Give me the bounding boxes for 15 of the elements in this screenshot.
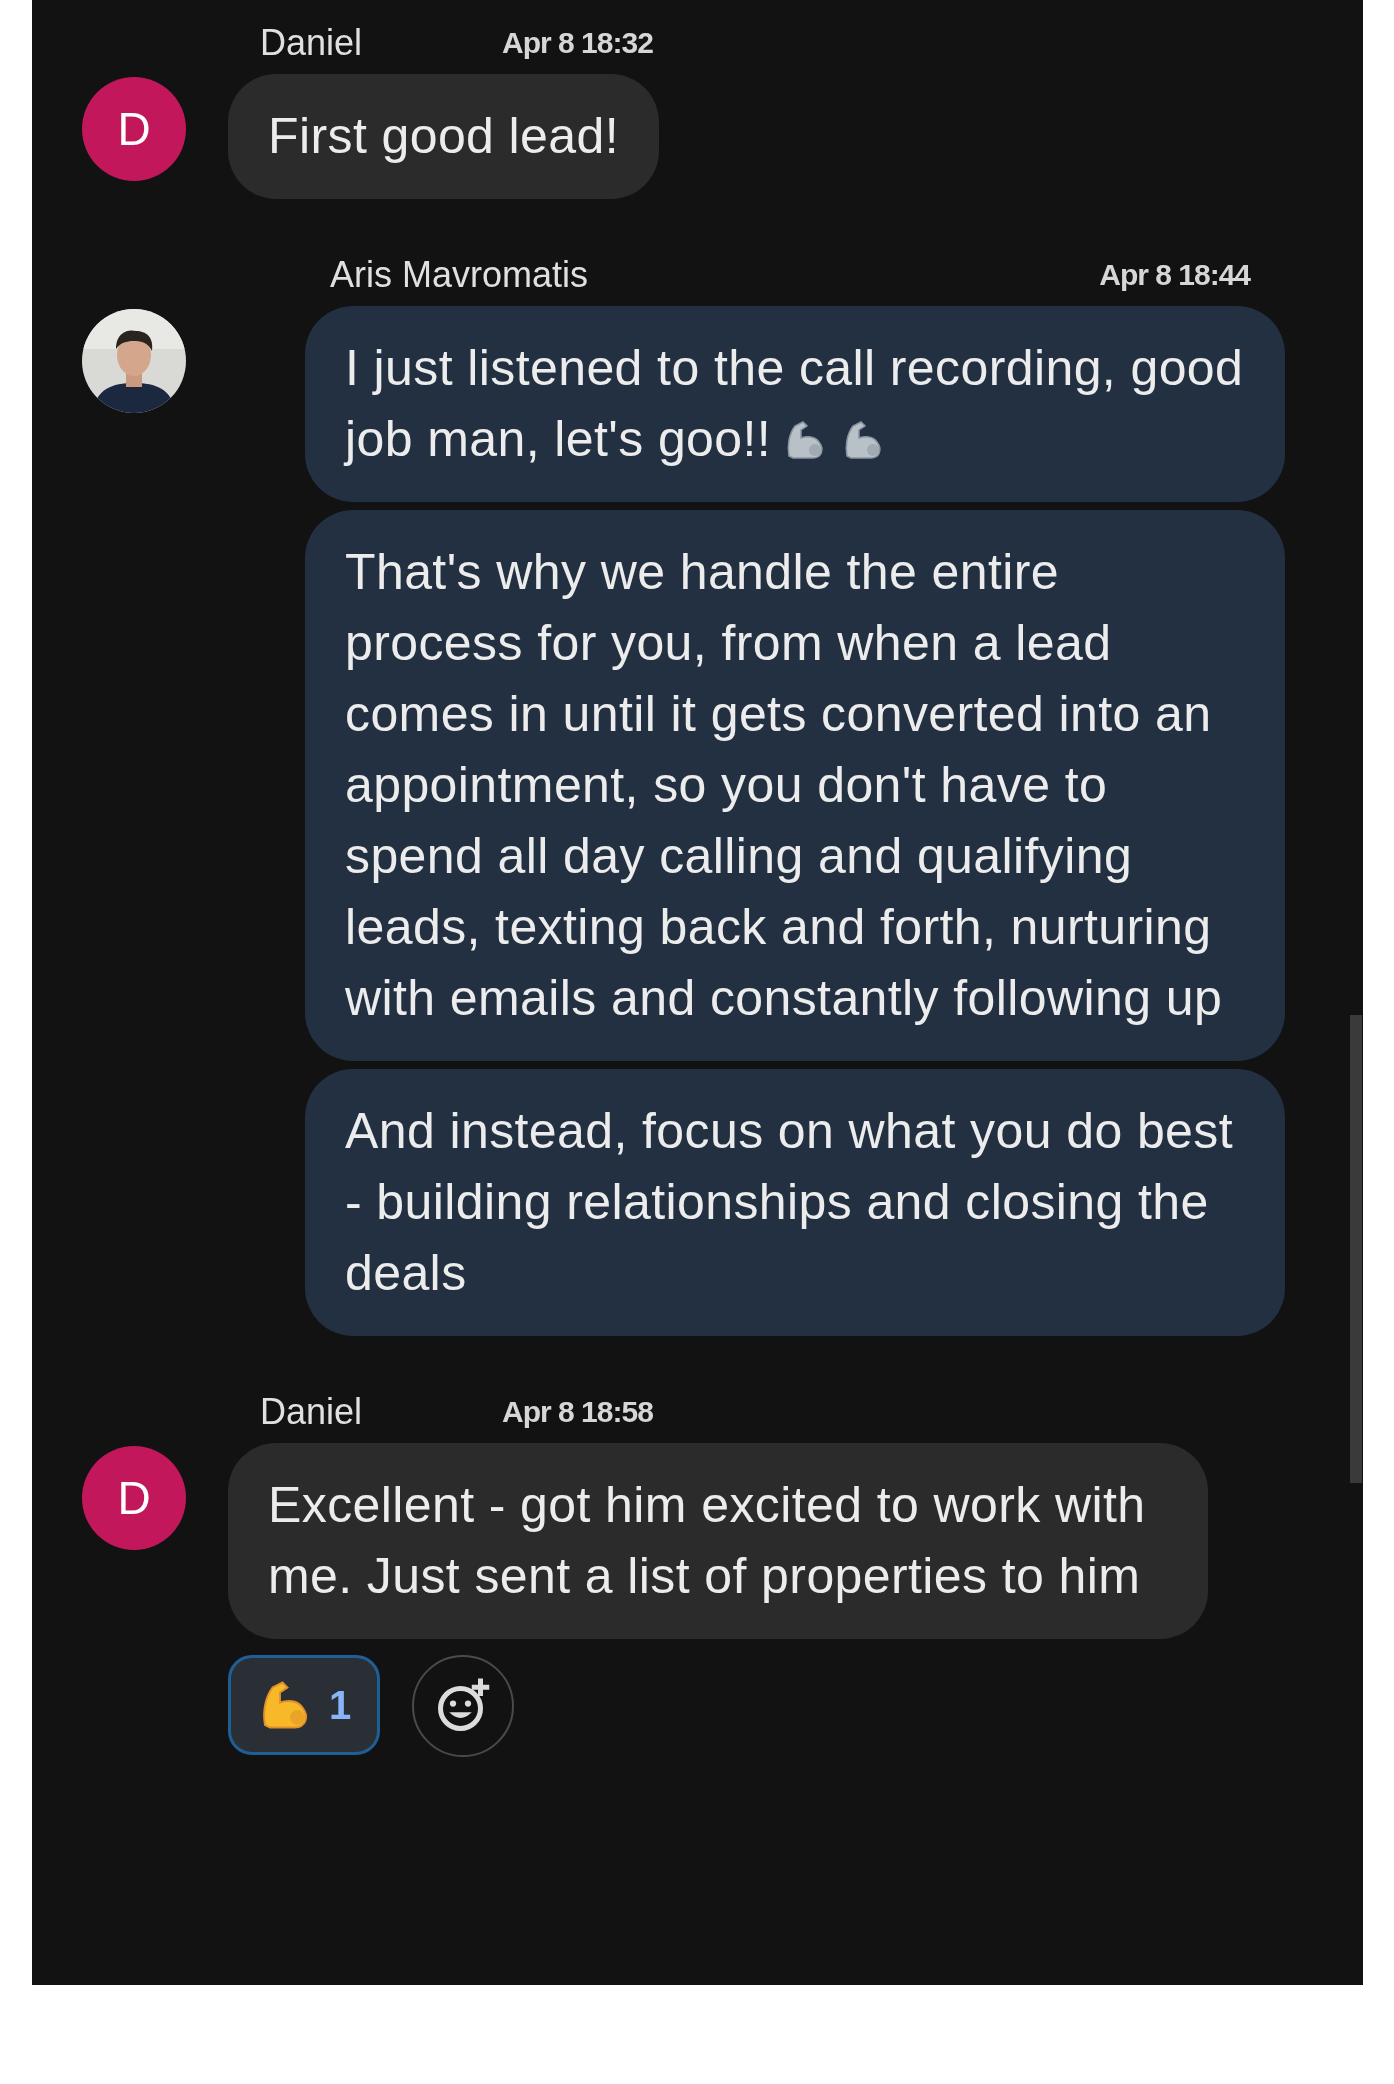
sender-name: Daniel bbox=[260, 1391, 363, 1433]
reaction-chip[interactable]: 1 bbox=[228, 1655, 381, 1755]
avatar: D bbox=[82, 1446, 186, 1550]
timestamp: Apr 8 18:58 bbox=[502, 1395, 653, 1429]
scrollbar[interactable] bbox=[1350, 1015, 1362, 1483]
message-bubble: And instead, focus on what you do best - building relationships and closing the deals bbox=[305, 1069, 1285, 1336]
message-bubble: I just listened to the call recording, good job man, let's goo!! bbox=[305, 306, 1285, 502]
timestamp: Apr 8 18:44 bbox=[1099, 258, 1250, 292]
timestamp: Apr 8 18:32 bbox=[502, 26, 653, 60]
sender-name: Daniel bbox=[260, 22, 363, 64]
message-bubble: That's why we handle the entire process for you, from when a lead comes in until it gets converted into an appointment, so you don't have to spend all day calling and qualifying leads, texting back and forth, nurturing with emails and constantly following up bbox=[305, 510, 1285, 1061]
sender-name: Aris Mavromatis bbox=[330, 254, 589, 296]
message-bubble: Excellent - got him excited to work with me. Just sent a list of properties to him bbox=[228, 1443, 1208, 1639]
avatar: D bbox=[82, 77, 186, 181]
message-bubble: First good lead! bbox=[228, 74, 660, 199]
